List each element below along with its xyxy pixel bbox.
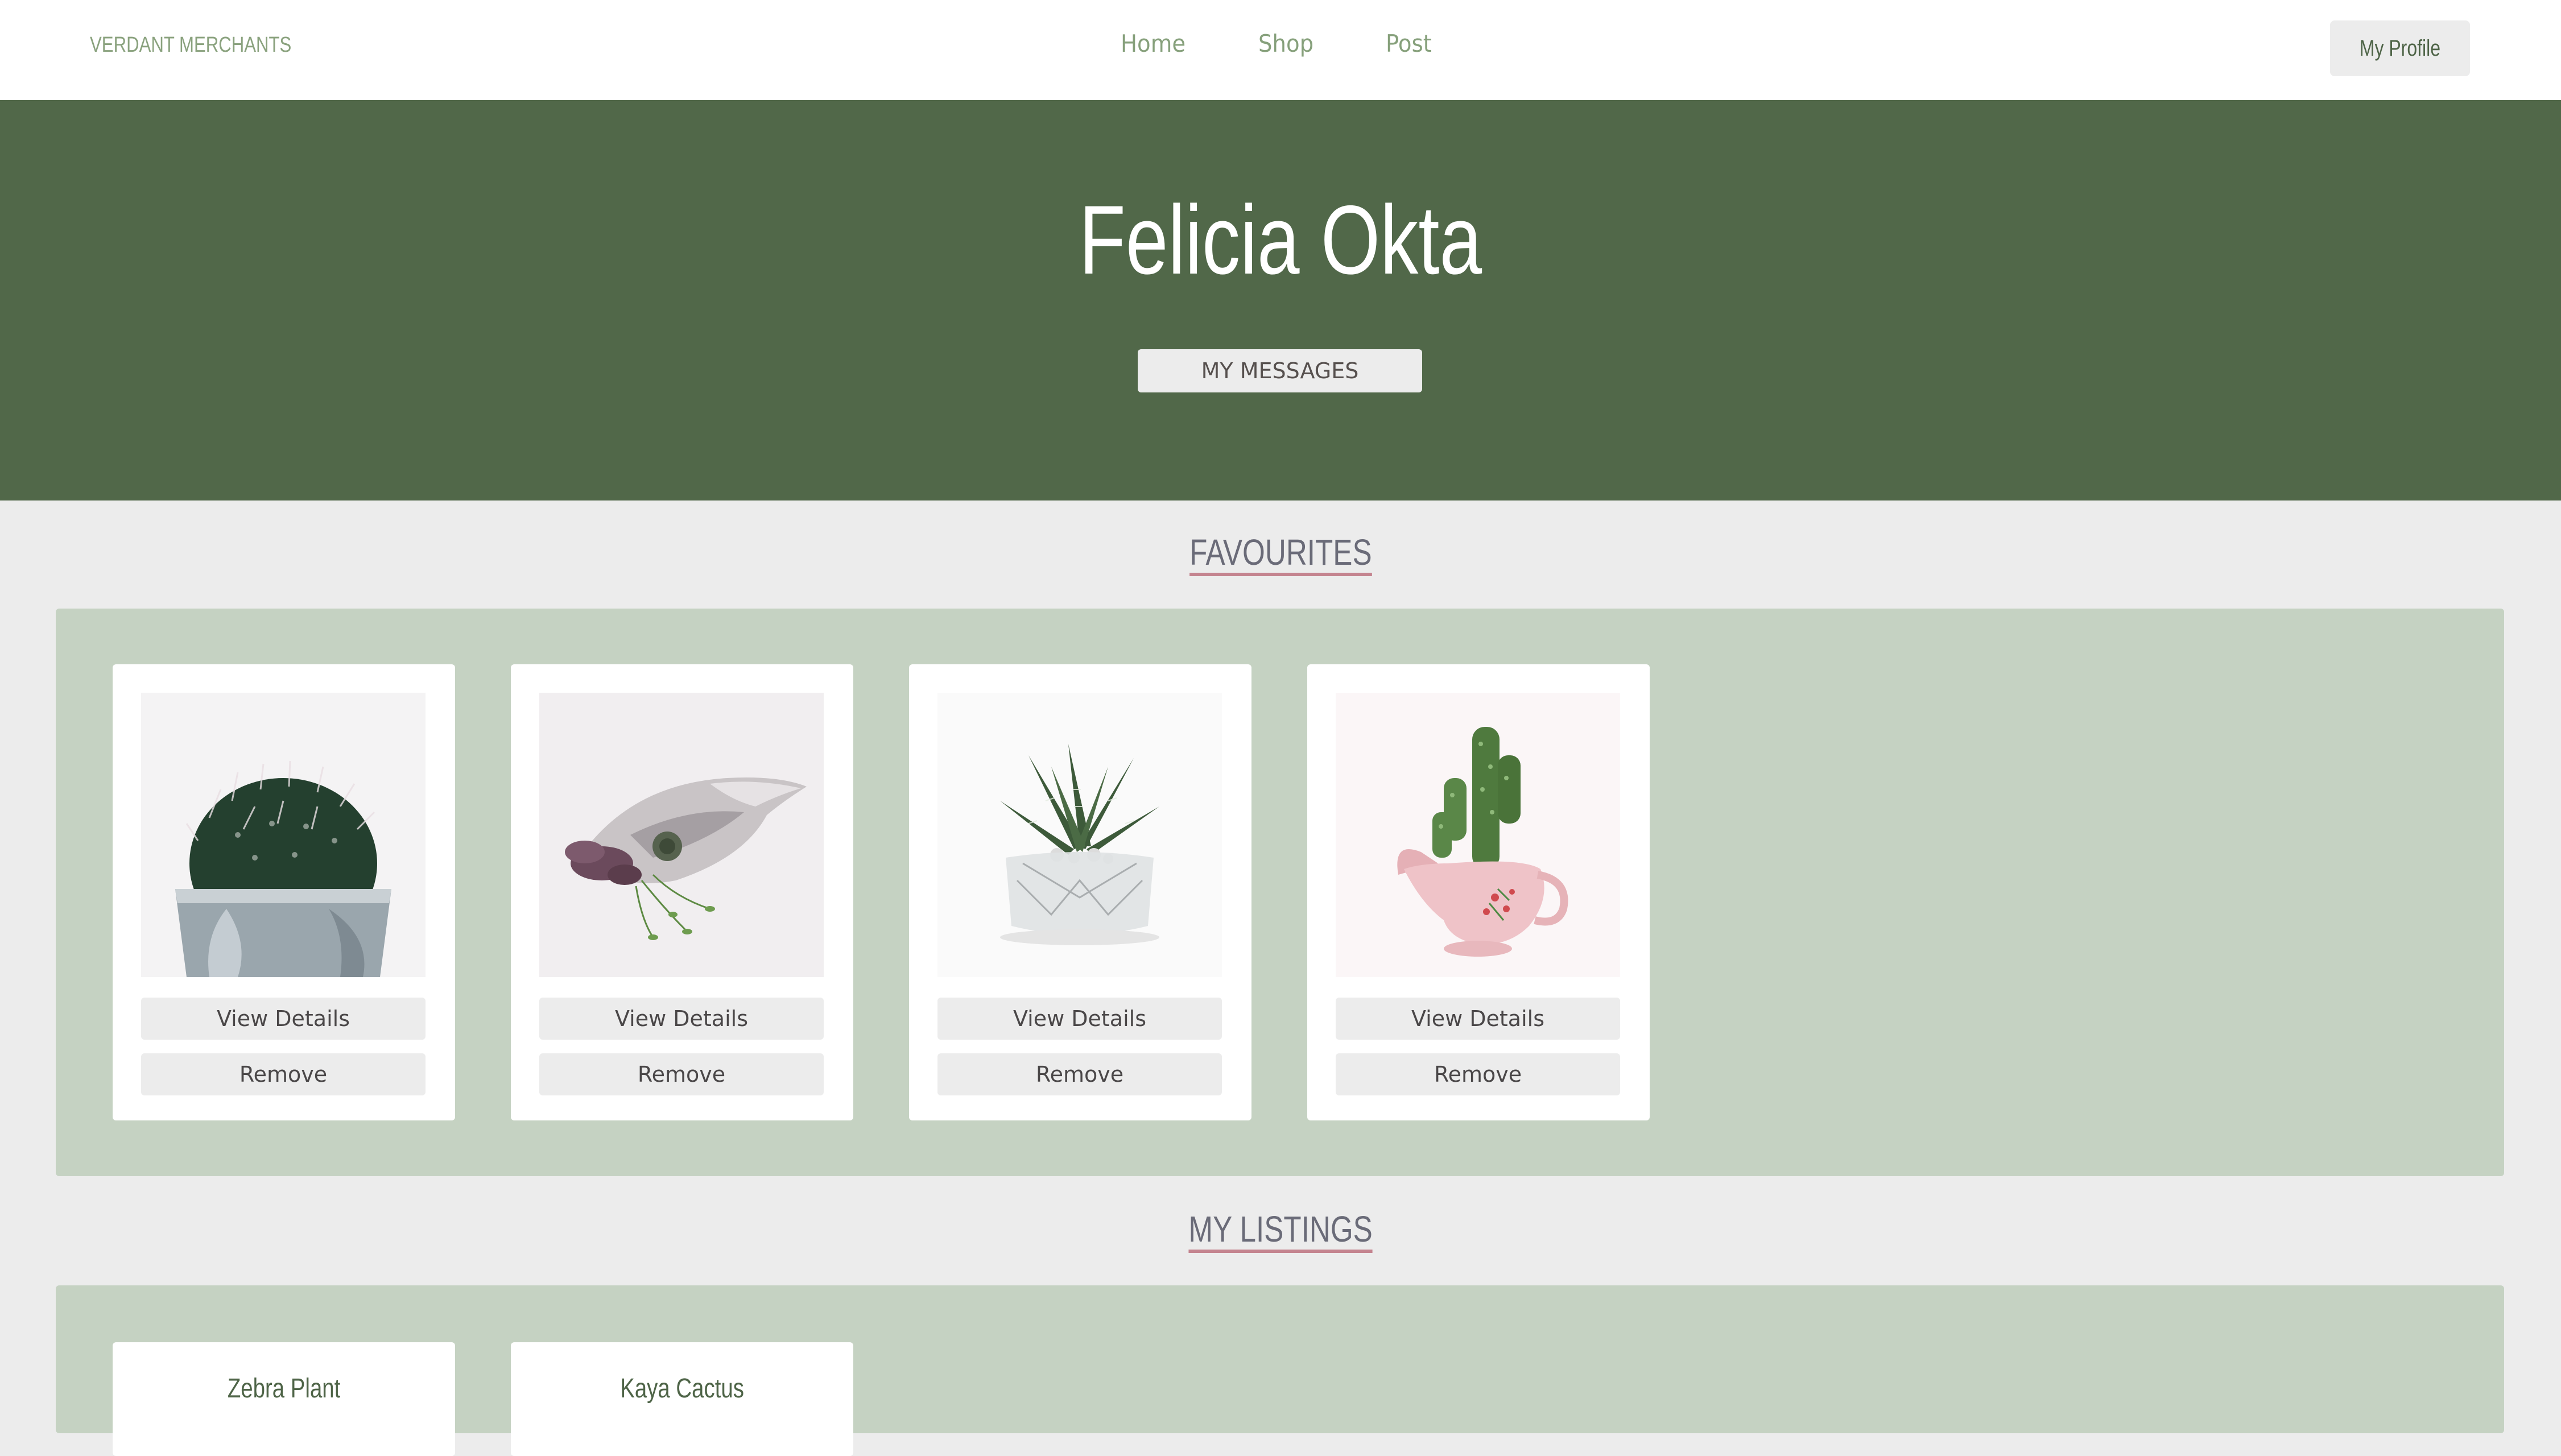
nav-link-post[interactable]: Post [1386,30,1432,57]
listing-name: Zebra Plant [113,1373,455,1404]
profile-hero: Felicia Okta MY MESSAGES [0,100,2561,500]
nav-link-shop[interactable]: Shop [1258,30,1313,57]
my-listings-heading: MY LISTINGS [0,1210,2561,1254]
remove-button[interactable]: Remove [937,1053,1222,1095]
my-messages-button[interactable]: MY MESSAGES [1138,349,1422,392]
my-listings-title: MY LISTINGS [1188,1210,1373,1254]
listing-card[interactable]: Kaya Cactus [511,1342,853,1456]
cactus-in-silver-pot-image[interactable] [141,693,426,977]
favourite-card: View Details Remove [113,664,455,1120]
favourite-card: View Details Remove [511,664,853,1120]
cactus-in-pink-pitcher-image[interactable] [1336,693,1620,977]
favourites-title: FAVOURITES [1189,533,1372,577]
my-listings-panel: Zebra Plant Kaya Cactus [56,1285,2504,1456]
nav-links: Home Shop Post [1121,30,1503,57]
view-details-button[interactable]: View Details [937,998,1222,1040]
favourites-panel: View Details Remove View Details Remove … [56,609,2504,1176]
listing-name: Kaya Cactus [511,1373,853,1404]
my-profile-label: My Profile [2359,35,2441,61]
favourite-card: View Details Remove [1307,664,1650,1120]
remove-button[interactable]: Remove [1336,1053,1620,1095]
listing-name-text: Kaya Cactus [620,1374,744,1404]
nav-link-home[interactable]: Home [1121,30,1186,57]
favourite-card: View Details Remove [909,664,1251,1120]
succulents-in-seashell-image[interactable] [539,693,824,977]
profile-name: Felicia Okta [0,191,2561,289]
view-details-button[interactable]: View Details [539,998,824,1040]
view-details-button[interactable]: View Details [141,998,426,1040]
view-details-button[interactable]: View Details [1336,998,1620,1040]
zebra-plant-in-crystal-bowl-image[interactable] [937,693,1222,977]
listing-card[interactable]: Zebra Plant [113,1342,455,1456]
listing-name-text: Zebra Plant [227,1374,341,1404]
navbar: VERDANT MERCHANTS Home Shop Post My Prof… [0,0,2561,100]
my-profile-button[interactable]: My Profile [2330,20,2470,76]
profile-name-text: Felicia Okta [1079,185,1482,295]
favourites-heading: FAVOURITES [0,533,2561,577]
remove-button[interactable]: Remove [141,1053,426,1095]
brand-logo[interactable]: VERDANT MERCHANTS [90,33,291,57]
remove-button[interactable]: Remove [539,1053,824,1095]
